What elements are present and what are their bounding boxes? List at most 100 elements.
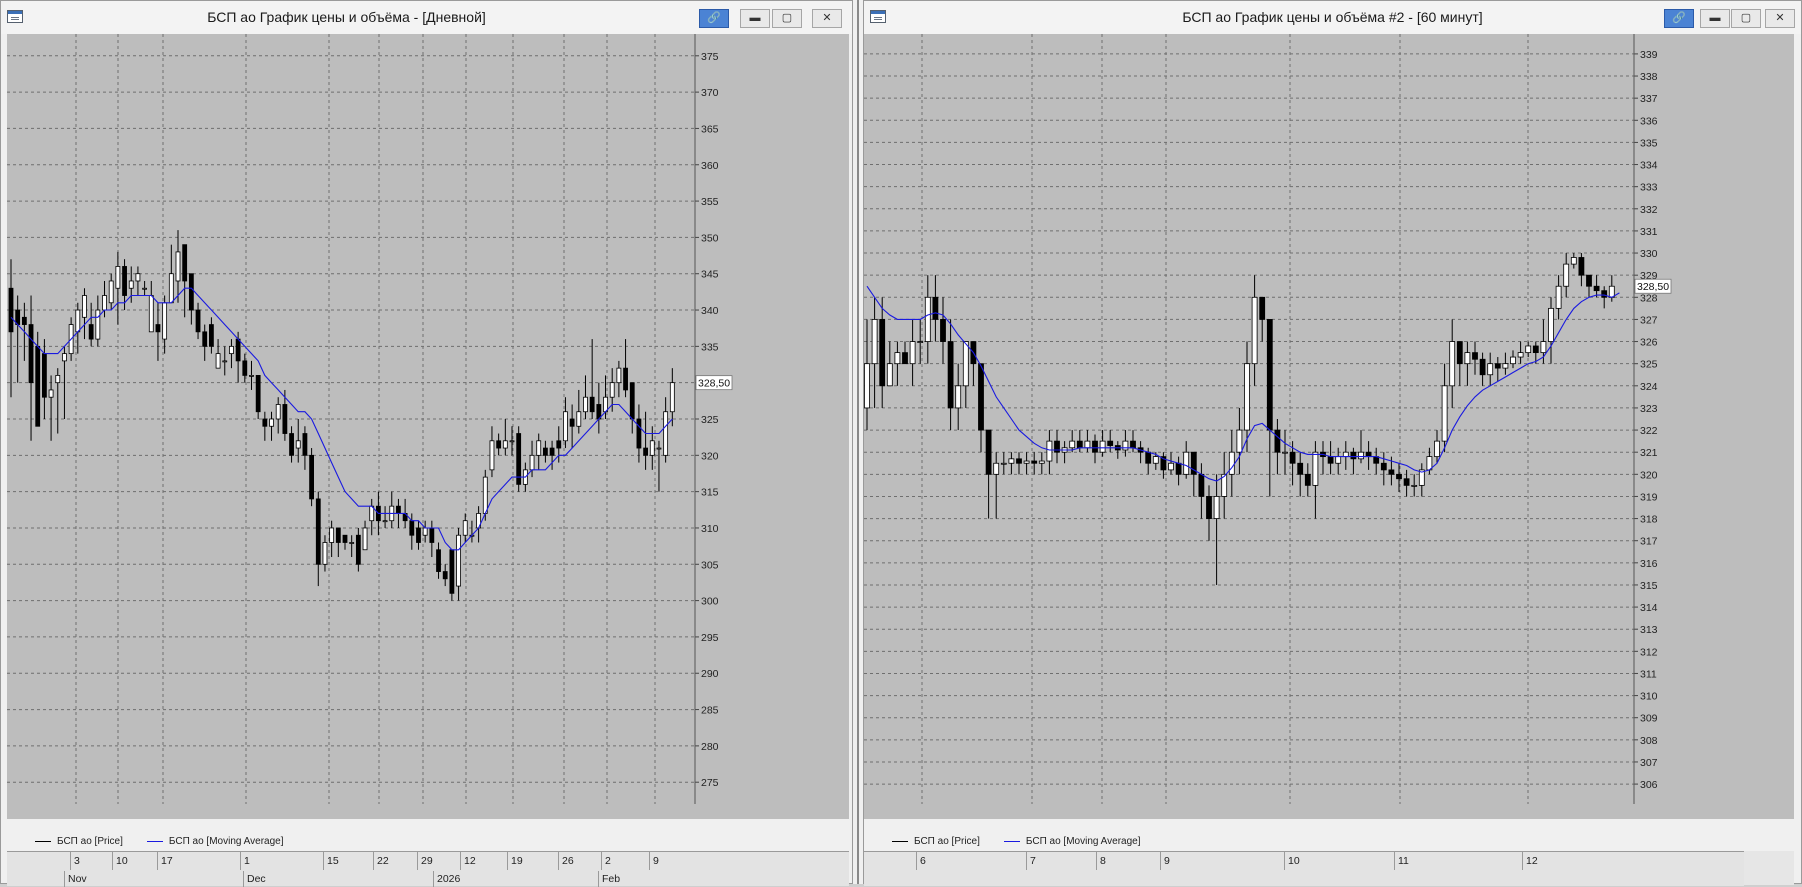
x-tick-label: 22: [373, 852, 389, 870]
x-tick-label: 12: [460, 852, 476, 870]
y-tick-label: 323: [1640, 403, 1658, 415]
y-tick-label: 345: [701, 269, 719, 281]
minimize-icon[interactable]: ▬: [1700, 9, 1730, 28]
title-bar[interactable]: БСП ао График цены и объёма - [Дневной] …: [1, 1, 852, 34]
y-tick-label: 375: [701, 51, 719, 63]
candle-body-down: [549, 447, 555, 456]
candle-body-down: [342, 534, 348, 543]
y-tick-label: 328: [1640, 292, 1658, 304]
candle-body-up: [1358, 451, 1364, 460]
candle-body-down: [1586, 274, 1592, 287]
close-icon[interactable]: ✕: [1765, 9, 1795, 28]
price-chart[interactable]: 3393383373363353343333323313303293283273…: [864, 34, 1794, 819]
candle-body-up: [1213, 496, 1220, 519]
candle-body-up: [1548, 307, 1554, 342]
candle: [449, 549, 455, 601]
time-axis[interactable]: 6 7 8 9 10 11 12: [864, 851, 1744, 886]
maximize-icon[interactable]: ▢: [1731, 9, 1761, 28]
candle-body-down: [1289, 451, 1296, 464]
y-tick-label: 306: [1640, 779, 1658, 791]
window-divider[interactable]: [853, 0, 863, 884]
candle-body-down: [496, 440, 502, 449]
candle-body-up: [894, 352, 901, 365]
chart-window-daily[interactable]: БСП ао График цены и объёма - [Дневной] …: [0, 0, 853, 887]
candle-body-up: [135, 273, 141, 282]
last-price-label: 328,50: [1637, 281, 1669, 293]
candle-body-down: [623, 367, 628, 391]
vertical-scrollbar[interactable]: [1744, 851, 1794, 885]
candle-body-up: [502, 440, 508, 449]
candle-body-up: [82, 295, 87, 318]
price-chart[interactable]: 3753703653603553503453403353303253203153…: [7, 34, 849, 819]
candle-body-up: [1441, 385, 1448, 442]
y-tick-label: 317: [1640, 536, 1658, 548]
x-tick-label: 26: [558, 852, 574, 870]
candle-body-up: [1525, 345, 1532, 354]
candle-body-down: [1388, 469, 1395, 475]
candle-body-down: [442, 571, 448, 580]
close-icon[interactable]: ✕: [812, 9, 842, 28]
candle-body-down: [1076, 440, 1083, 449]
candle-body-down: [1016, 458, 1022, 464]
minimize-icon[interactable]: ▬: [740, 9, 770, 28]
x-tick-label: 17: [157, 852, 173, 870]
candle-body-up: [616, 367, 622, 384]
candle-body-down: [21, 316, 27, 325]
chart-window-60min[interactable]: БСП ао График цены и объёма #2 - [60 мин…: [863, 0, 1802, 886]
candle-body-down: [1532, 345, 1539, 354]
candle-body-up: [649, 440, 655, 456]
y-tick-label: 280: [701, 741, 719, 753]
legend-item-moving-average: БСП ао [Moving Average]: [146, 836, 284, 847]
candle-body-up: [529, 454, 535, 471]
candle-body-down: [242, 360, 248, 376]
candle-body-down: [1578, 257, 1585, 276]
candle-body-down: [1380, 462, 1387, 471]
candle-body-up: [864, 363, 870, 409]
candle-body-down: [1494, 363, 1501, 369]
title-bar[interactable]: БСП ао График цены и объёма #2 - [60 мин…: [864, 1, 1801, 34]
date-axis[interactable]: 3 10 17 1 15 22 29 12 19 26 2 9 Nov Dec 2026 Feb: [7, 851, 849, 887]
candle-body-up: [215, 353, 221, 369]
candle-body-down: [1107, 440, 1114, 446]
candle-body-down: [302, 433, 308, 456]
y-tick-label: 360: [701, 160, 719, 172]
candle-body-down: [409, 520, 415, 536]
price-chart-pane[interactable]: 3753703653603553503453403353303253203153…: [7, 34, 849, 819]
maximize-icon[interactable]: ▢: [772, 9, 802, 28]
candle-body-down: [1472, 352, 1478, 360]
candle-body-down: [1601, 290, 1608, 298]
link-icon[interactable]: 🔗: [1664, 9, 1694, 28]
last-price-label: 328,50: [698, 378, 730, 390]
x-month-label: Nov: [64, 871, 87, 887]
candle-body-down: [1274, 429, 1281, 453]
candle-body-down: [42, 353, 47, 398]
candle-body-down: [543, 447, 548, 456]
candle-body-down: [569, 418, 575, 427]
x-tick-label: 10: [112, 852, 128, 870]
y-tick-label: 331: [1640, 226, 1658, 238]
candle-body-up: [1122, 440, 1129, 451]
candle-body-down: [155, 324, 161, 333]
candle-body-down: [978, 363, 984, 431]
y-tick-label: 355: [701, 196, 719, 208]
candle-body-down: [235, 338, 241, 362]
candle-body-up: [462, 520, 468, 536]
candle-body-up: [1312, 451, 1319, 486]
candle-body-up: [1008, 458, 1015, 464]
candle-body-down: [355, 534, 361, 565]
candle-body-down: [282, 404, 288, 434]
candle-body-up: [275, 404, 281, 420]
y-tick-label: 318: [1640, 514, 1658, 526]
candle-body-down: [643, 447, 648, 456]
candle-body-down: [932, 296, 939, 320]
y-tick-label: 327: [1640, 314, 1658, 326]
candle-body-down: [1092, 440, 1098, 453]
candle-body-down: [1198, 473, 1205, 497]
price-chart-pane[interactable]: 339 338 337 336 335 334 333 332 331 330 329 328 327 3…: [864, 34, 1794, 819]
candle-body-down: [188, 273, 194, 311]
link-icon[interactable]: 🔗: [699, 9, 729, 28]
candle-body-up: [75, 309, 81, 333]
y-tick-label: 335: [701, 341, 719, 353]
candle-body-down: [88, 324, 94, 340]
x-tick-label: 10: [1284, 852, 1300, 870]
